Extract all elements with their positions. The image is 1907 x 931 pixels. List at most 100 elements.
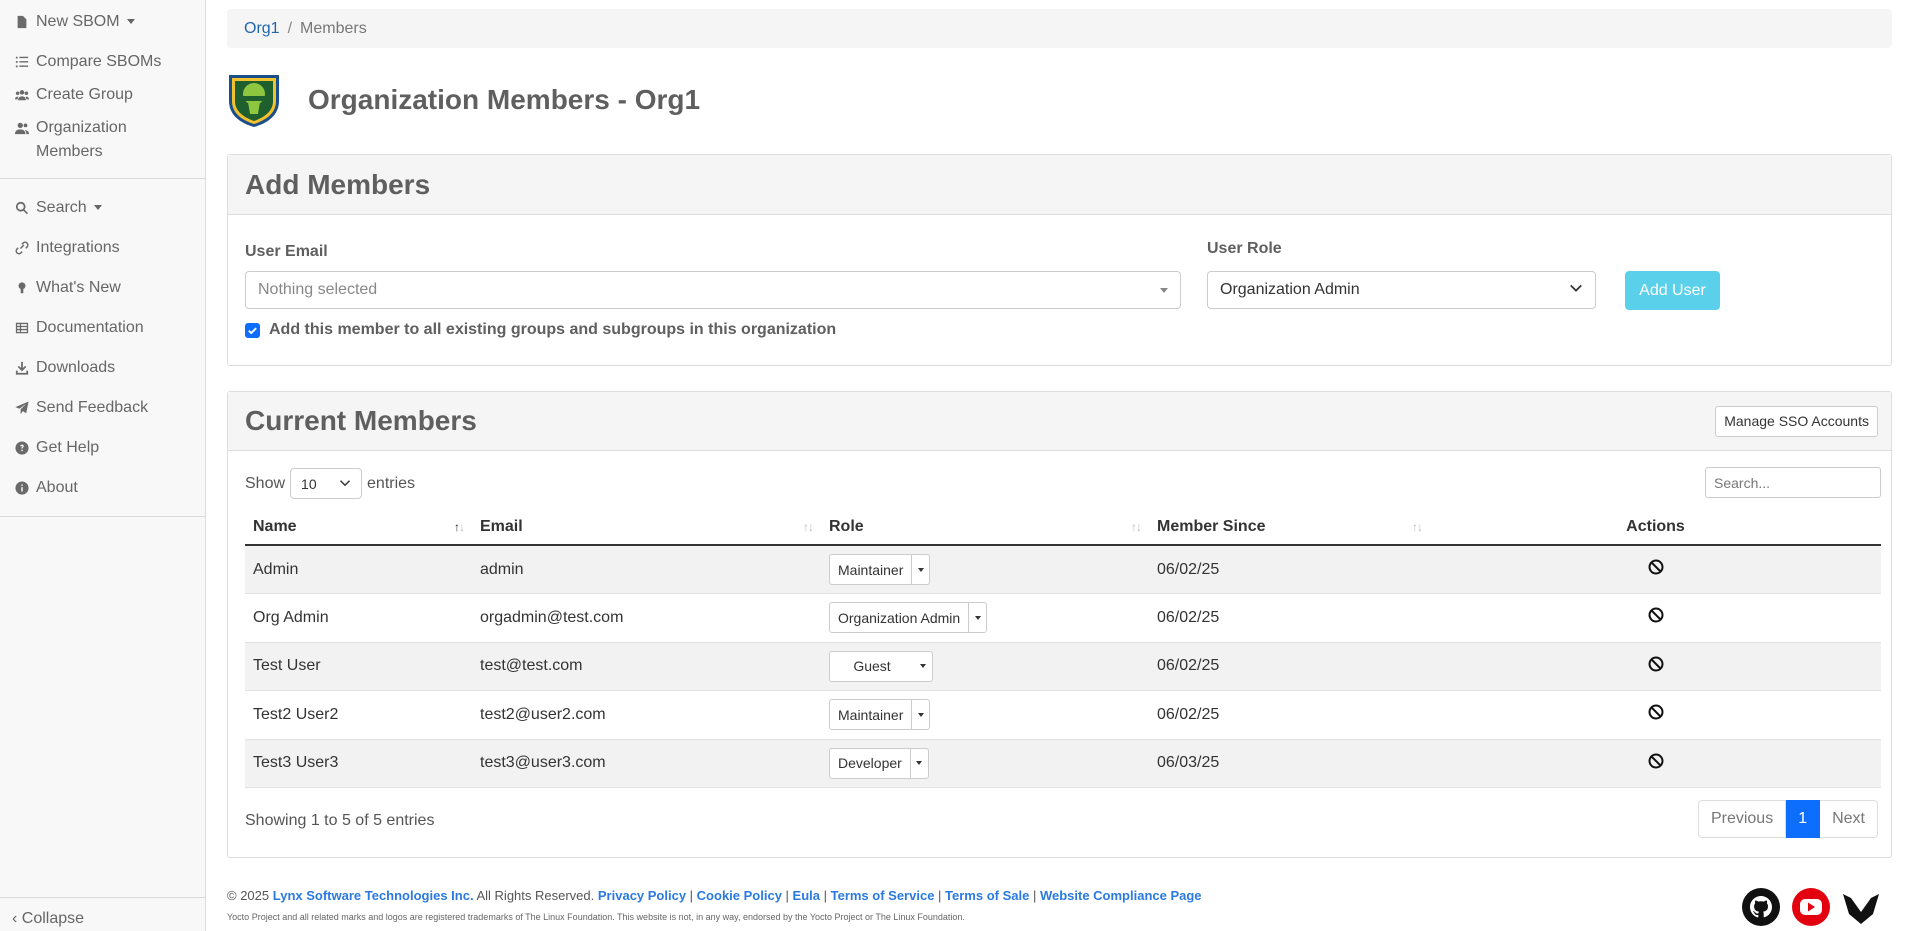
question-circle-icon (14, 436, 30, 460)
pagination-next[interactable]: Next (1820, 800, 1878, 838)
sidebar-item-label: About (36, 479, 78, 496)
download-icon (14, 356, 30, 380)
website-compliance-link[interactable]: Website Compliance Page (1040, 888, 1202, 903)
ban-icon[interactable] (1648, 607, 1664, 623)
sidebar: New SBOM Compare SBOMs Create Group Orga… (0, 0, 206, 931)
role-label: Guest (853, 658, 891, 675)
cookie-policy-link[interactable]: Cookie Policy (697, 888, 782, 903)
user-role-label: User Role (1207, 240, 1282, 257)
youtube-icon[interactable] (1792, 888, 1830, 926)
cell-email: test3@user3.com (472, 739, 821, 788)
sidebar-item-downloads[interactable]: Downloads (0, 356, 205, 380)
current-members-panel: Current Members Manage SSO Accounts Show… (227, 391, 1892, 858)
ban-icon[interactable] (1648, 753, 1664, 769)
role-dropdown[interactable]: Maintainer (829, 554, 931, 585)
user-email-select[interactable]: Nothing selected (245, 271, 1181, 309)
cell-name: Org Admin (245, 593, 472, 643)
user-role-select[interactable]: Organization Admin (1207, 271, 1596, 309)
cell-name: Test2 User2 (245, 690, 472, 740)
column-header-label: Email (480, 518, 523, 535)
role-dropdown[interactable]: Guest (829, 650, 933, 682)
cell-role: Maintainer (821, 690, 1149, 740)
caret-down-icon (126, 19, 135, 24)
sidebar-item-compare-sboms[interactable]: Compare SBOMs (0, 50, 205, 74)
sidebar-item-send-feedback[interactable]: Send Feedback (0, 396, 205, 420)
caret-down-icon (914, 652, 932, 681)
sidebar-item-label: Integrations (36, 239, 120, 256)
sidebar-item-about[interactable]: About (0, 476, 205, 500)
table-row: Admin admin Maintainer 06/02/25 (245, 545, 1881, 594)
terms-of-service-link[interactable]: Terms of Service (831, 888, 935, 903)
column-header-member-since[interactable]: Member Since ↑↓ (1149, 510, 1430, 546)
eula-link[interactable]: Eula (793, 888, 820, 903)
column-header-name[interactable]: Name ↑↓ (245, 510, 472, 546)
ban-icon[interactable] (1648, 656, 1664, 672)
table-search-input[interactable] (1705, 467, 1881, 498)
collapse-button[interactable]: ‹ Collapse (12, 909, 84, 929)
panel-title: Add Members (245, 168, 431, 200)
sidebar-item-new-sbom[interactable]: New SBOM (0, 10, 205, 34)
sidebar-item-create-group[interactable]: Create Group (0, 83, 205, 107)
members-table: Name ↑↓ Email ↑↓ Role ↑↓ Member Since ↑↓ Act… (245, 510, 1881, 788)
pagination-page-1[interactable]: 1 (1786, 800, 1821, 838)
sidebar-item-label: Create Group (36, 86, 133, 103)
cell-member-since: 06/02/25 (1149, 545, 1430, 594)
paper-plane-icon (14, 396, 30, 420)
page-length-select[interactable]: 10 (290, 468, 363, 499)
user-role-value: Organization Admin (1220, 281, 1360, 298)
role-label: Organization Admin (838, 609, 961, 626)
cell-actions (1430, 690, 1881, 740)
breadcrumb-org-link[interactable]: Org1 (244, 20, 280, 38)
role-label: Maintainer (838, 706, 904, 723)
user-email-placeholder: Nothing selected (258, 281, 378, 298)
github-icon[interactable] (1742, 888, 1780, 926)
show-label: Show (245, 474, 286, 492)
privacy-policy-link[interactable]: Privacy Policy (598, 888, 686, 903)
cell-actions (1430, 545, 1881, 594)
sidebar-item-search[interactable]: Search (0, 196, 205, 220)
footer: © 2025 Lynx Software Technologies Inc. A… (227, 888, 1202, 922)
caret-down-icon (968, 603, 986, 633)
entries-label: entries (367, 474, 416, 492)
caret-down-icon (1160, 287, 1168, 293)
sidebar-item-whats-new[interactable]: What's New (0, 276, 205, 300)
column-header-label: Actions (1626, 518, 1685, 535)
terms-of-sale-link[interactable]: Terms of Sale (945, 888, 1029, 903)
add-to-groups-checkbox[interactable] (245, 322, 260, 338)
sidebar-item-label: Organization (36, 119, 127, 136)
table-header-row: Name ↑↓ Email ↑↓ Role ↑↓ Member Since ↑↓ Act… (245, 510, 1881, 546)
column-header-label: Member Since (1157, 518, 1266, 535)
sidebar-item-organization-members[interactable]: Organization Members (0, 116, 205, 164)
search-icon (14, 196, 30, 220)
sidebar-item-label: Compare SBOMs (36, 53, 162, 70)
sidebar-item-label: Downloads (36, 359, 116, 376)
column-header-label: Name (253, 518, 297, 535)
company-link[interactable]: Lynx Software Technologies Inc. (273, 888, 474, 903)
manage-sso-accounts-button[interactable]: Manage SSO Accounts (1715, 405, 1878, 437)
ban-icon[interactable] (1648, 704, 1664, 720)
pagination-previous[interactable]: Previous (1697, 800, 1787, 838)
users-icon (14, 83, 30, 107)
add-user-button[interactable]: Add User (1625, 271, 1720, 310)
cell-member-since: 06/02/25 (1149, 690, 1430, 740)
column-header-role[interactable]: Role ↑↓ (821, 510, 1149, 546)
sidebar-item-documentation[interactable]: Documentation (0, 316, 205, 340)
add-to-groups-label: Add this member to all existing groups a… (269, 321, 837, 338)
caret-down-icon (909, 748, 928, 778)
sidebar-item-get-help[interactable]: Get Help (0, 436, 205, 460)
collapse-label: Collapse (21, 910, 85, 927)
table-info: Showing 1 to 5 of 5 entries (245, 812, 435, 829)
ban-icon[interactable] (1648, 559, 1664, 575)
role-label: Maintainer (838, 561, 904, 578)
lynx-logo-icon[interactable] (1842, 888, 1880, 926)
panel-header: Add Members (228, 155, 1891, 215)
role-dropdown[interactable]: Maintainer (829, 699, 931, 731)
sidebar-divider (0, 897, 206, 898)
column-header-email[interactable]: Email ↑↓ (472, 510, 821, 546)
table-row: Test3 User3 test3@user3.com Developer 06… (245, 739, 1881, 788)
sidebar-item-integrations[interactable]: Integrations (0, 236, 205, 260)
cell-member-since: 06/02/25 (1149, 642, 1430, 691)
role-dropdown[interactable]: Developer (829, 747, 929, 779)
role-dropdown[interactable]: Organization Admin (829, 602, 988, 634)
rights-text: All Rights Reserved. (476, 888, 595, 903)
